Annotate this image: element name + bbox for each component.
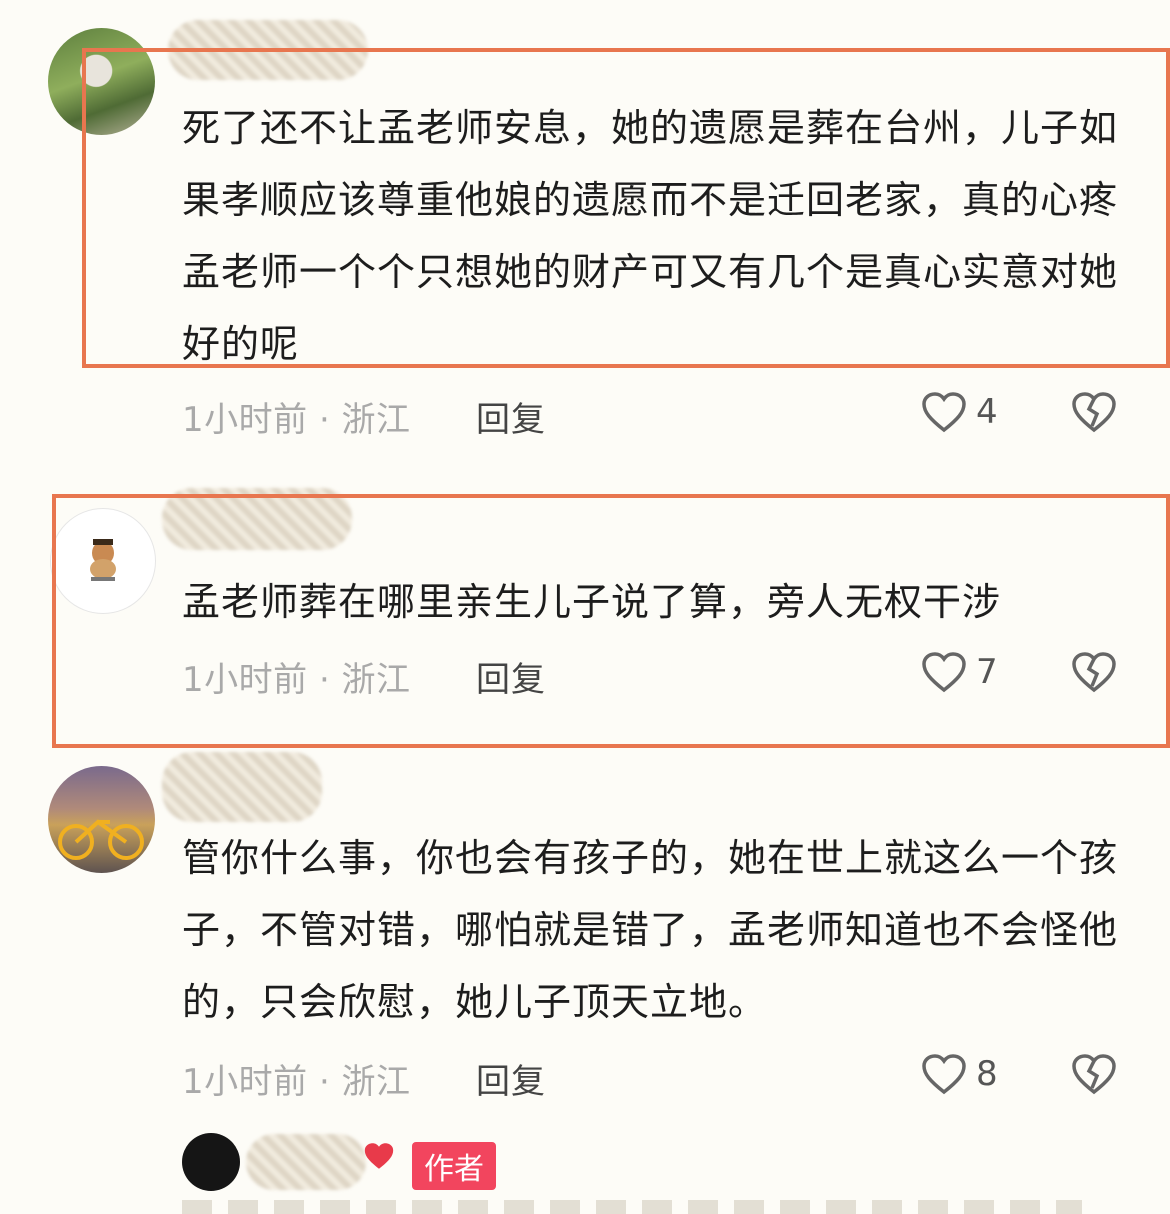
broken-heart-icon (1072, 392, 1116, 433)
comment-meta: 1小时前 · 浙江 (182, 1062, 411, 1102)
author-avatar[interactable] (182, 1133, 240, 1191)
username-blurred[interactable] (162, 752, 322, 822)
heart-emoji-icon (362, 1140, 396, 1176)
author-badge: 作者 (412, 1142, 496, 1190)
highlight-frame (82, 48, 1170, 368)
commenter-avatar[interactable] (48, 766, 155, 873)
like-count: 4 (976, 392, 998, 432)
cutoff-text (182, 1200, 1082, 1214)
heart-outline-icon (922, 392, 966, 433)
comment-meta: 1小时前 · 浙江 (182, 400, 411, 440)
dislike-button[interactable] (1070, 390, 1118, 438)
heart-outline-icon (922, 1054, 966, 1095)
highlight-frame (52, 494, 1170, 748)
like-count: 8 (976, 1054, 998, 1094)
bicycle-avatar-icon (58, 819, 144, 860)
broken-heart-icon (1072, 1054, 1116, 1095)
reply-button[interactable]: 回复 (476, 1054, 546, 1103)
username-blurred[interactable] (246, 1134, 366, 1190)
like-button[interactable]: 4 (920, 390, 998, 434)
reply-button[interactable]: 回复 (476, 392, 546, 441)
like-button[interactable]: 8 (920, 1052, 998, 1096)
dislike-button[interactable] (1070, 1052, 1118, 1100)
comment-text: 管你什么事，你也会有孩子的，她在世上就这么一个孩子，不管对错，哪怕就是错了，孟老… (182, 836, 1119, 1024)
